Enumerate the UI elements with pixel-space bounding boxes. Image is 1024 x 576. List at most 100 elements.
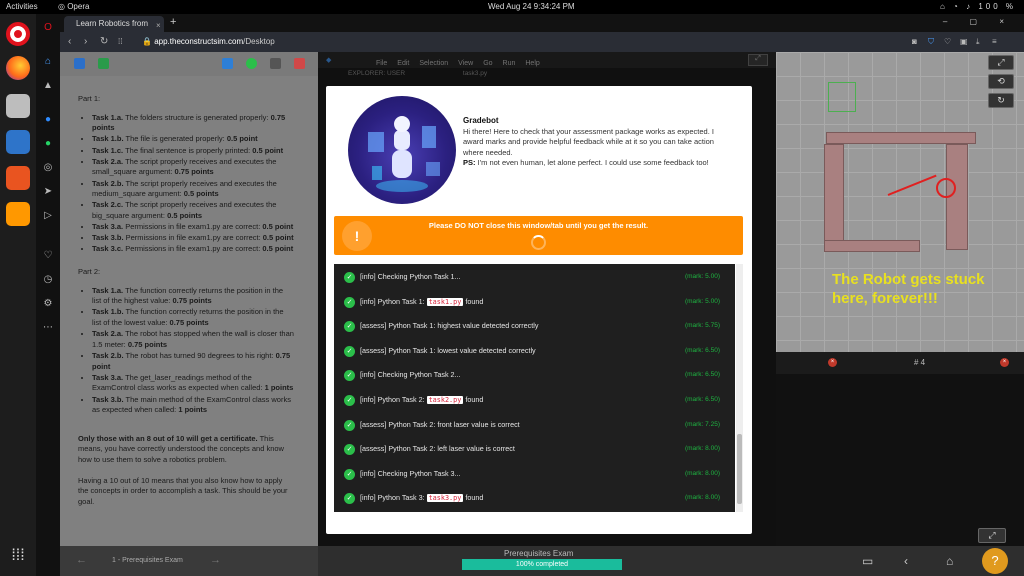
- folder-icon[interactable]: [222, 58, 233, 69]
- messenger-icon[interactable]: ●: [42, 114, 54, 126]
- refresh-icon[interactable]: ↻: [988, 93, 1014, 108]
- check-icon[interactable]: [246, 58, 257, 69]
- log-text: [assess] Python Task 2: left laser value…: [360, 444, 515, 454]
- task-item: Task 2.c. The script properly receives a…: [92, 200, 294, 221]
- task-points: 0.75 points: [172, 296, 212, 306]
- close-icon[interactable]: ×: [1000, 358, 1009, 367]
- grading-log[interactable]: ✓ [info] Checking Python Task 1... (mark: …: [334, 264, 735, 512]
- simulation-view[interactable]: ⤢ ⟲ ↻ The Robot gets stuck here, forever…: [776, 52, 1024, 352]
- rotate-icon[interactable]: ⟲: [988, 74, 1014, 89]
- log-filename: task3.py: [426, 494, 464, 503]
- software-icon[interactable]: [6, 166, 30, 190]
- notebook-icon[interactable]: [74, 58, 85, 69]
- app-menu[interactable]: ◎ Opera: [58, 2, 89, 11]
- expand-icon[interactable]: ⤢: [978, 528, 1006, 543]
- settings-icon[interactable]: ⚙: [42, 298, 54, 310]
- activities-button[interactable]: Activities: [6, 2, 38, 11]
- home-icon[interactable]: ⌂: [42, 56, 54, 68]
- log-mark: (mark: 5.75): [684, 322, 720, 330]
- log-filename: task1.py: [426, 297, 464, 306]
- task-label: Task 1.b.: [92, 134, 124, 144]
- task-label: Task 3.c.: [92, 244, 124, 254]
- opera-logo-icon[interactable]: O: [42, 22, 54, 34]
- system-tray[interactable]: ⌂ ◔ ♪ 100 %: [940, 2, 1016, 11]
- speed-dial-icon[interactable]: ⁞⁞: [118, 37, 122, 46]
- task-item: Task 2.a. The robot has stopped when the…: [92, 329, 294, 350]
- home-icon[interactable]: ⌂: [946, 554, 953, 568]
- speed-dial-icon[interactable]: ▲: [42, 80, 54, 92]
- terminal-icon[interactable]: [270, 58, 281, 69]
- task-label: Task 1.b.: [92, 307, 124, 317]
- task-item: Task 3.b. Permissions in file exam1.py a…: [92, 233, 294, 244]
- task-item: Task 1.b. The file is generated properly…: [92, 134, 294, 145]
- task-item: Task 3.a. Permissions in file exam1.py a…: [92, 222, 294, 233]
- log-text: [info] Checking Python Task 1...: [360, 272, 461, 281]
- course-bottom-bar: ← 1 - Prerequisites Exam → Prerequisites…: [60, 546, 1024, 576]
- close-icon[interactable]: ×: [156, 18, 161, 32]
- new-tab-icon[interactable]: +: [170, 16, 176, 28]
- log-message: [info] Python Task 1: task1.py found: [360, 297, 483, 306]
- task-text: Permissions in file exam1.py are correct…: [123, 233, 263, 243]
- firefox-icon[interactable]: [6, 56, 30, 80]
- check-icon: ✓: [344, 321, 355, 333]
- task-label: Task 1.a.: [92, 112, 124, 122]
- arrow-left-icon[interactable]: ←: [76, 554, 87, 566]
- apps-grid-icon[interactable]: ⁞⁞⁞: [6, 544, 30, 568]
- close-icon[interactable]: ×: [828, 358, 837, 367]
- task-label: Task 1.c.: [92, 145, 124, 155]
- task-points: 0.5 point: [226, 134, 258, 144]
- monitor-icon[interactable]: ▭: [862, 554, 873, 568]
- instructions-toolbar: [60, 52, 318, 76]
- heart-icon[interactable]: ♡: [944, 37, 951, 46]
- task-item: Task 1.a. The folders structure is gener…: [92, 113, 294, 134]
- task-points: 0.5 point: [262, 244, 294, 254]
- docs-icon[interactable]: [6, 130, 30, 154]
- task-points: 1 points: [264, 383, 294, 393]
- slides-icon[interactable]: [294, 58, 305, 69]
- browser-tab[interactable]: Learn Robotics from ×: [64, 16, 164, 32]
- ps-text: I'm not even human, let alone perfect. I…: [475, 158, 709, 168]
- terminal-panel: × # 4 × ⤢: [776, 352, 1024, 546]
- opera-icon[interactable]: [6, 22, 30, 46]
- check-icon: ✓: [344, 370, 355, 382]
- send-icon[interactable]: ➤: [42, 186, 54, 198]
- log-message: [assess] Python Task 2: left laser value…: [360, 444, 515, 453]
- terminal-tab[interactable]: # 4: [914, 358, 925, 367]
- files-icon[interactable]: [6, 94, 30, 118]
- sublime-icon[interactable]: [6, 202, 30, 226]
- log-text-suffix: found: [463, 395, 484, 404]
- previous-unit[interactable]: ← 1 - Prerequisites Exam →: [60, 546, 318, 576]
- whatsapp-icon[interactable]: ●: [42, 138, 54, 150]
- scrollbar-thumb[interactable]: [737, 434, 742, 504]
- question-icon[interactable]: ?: [982, 548, 1008, 574]
- play-icon[interactable]: ▷: [42, 210, 54, 222]
- expand-icon[interactable]: ⤢: [988, 55, 1014, 70]
- download-icon[interactable]: ⤓: [976, 37, 980, 47]
- back-icon[interactable]: ‹: [68, 36, 71, 47]
- log-scrollbar[interactable]: [736, 264, 743, 512]
- camera-icon[interactable]: ◙: [912, 37, 917, 46]
- history-icon[interactable]: ◷: [42, 274, 54, 286]
- more-icon[interactable]: ⋯: [42, 322, 54, 334]
- shield-icon[interactable]: ⛉: [928, 37, 934, 47]
- back-icon[interactable]: ‹: [904, 554, 908, 568]
- robot-icon[interactable]: [98, 58, 109, 69]
- terminal-header: × # 4 ×: [776, 352, 1024, 374]
- window-controls[interactable]: – ▢ ×: [943, 17, 1014, 26]
- url-field[interactable]: 🔒 app.theconstructsim.com/Desktop: [142, 35, 902, 49]
- task-text: The final sentence is properly printed:: [123, 145, 253, 155]
- clock[interactable]: Wed Aug 24 9:34:24 PM: [488, 2, 575, 11]
- menu-icon[interactable]: ≡: [992, 37, 997, 46]
- reload-icon[interactable]: ↻: [100, 36, 108, 47]
- maze-wall: [826, 132, 976, 144]
- check-icon: ✓: [344, 419, 355, 431]
- heart-icon[interactable]: ♡: [42, 250, 54, 262]
- forward-icon[interactable]: ›: [84, 36, 87, 47]
- log-row: ✓ [info] Checking Python Task 3... (mark: …: [334, 463, 722, 487]
- arrow-right-icon[interactable]: →: [210, 554, 221, 566]
- task-points: 0.75 points: [169, 318, 209, 328]
- instagram-icon[interactable]: ◎: [42, 162, 54, 174]
- extensions-icon[interactable]: ▣: [960, 37, 968, 46]
- check-icon: ✓: [344, 493, 355, 505]
- log-mark: (mark: 6.50): [684, 371, 720, 379]
